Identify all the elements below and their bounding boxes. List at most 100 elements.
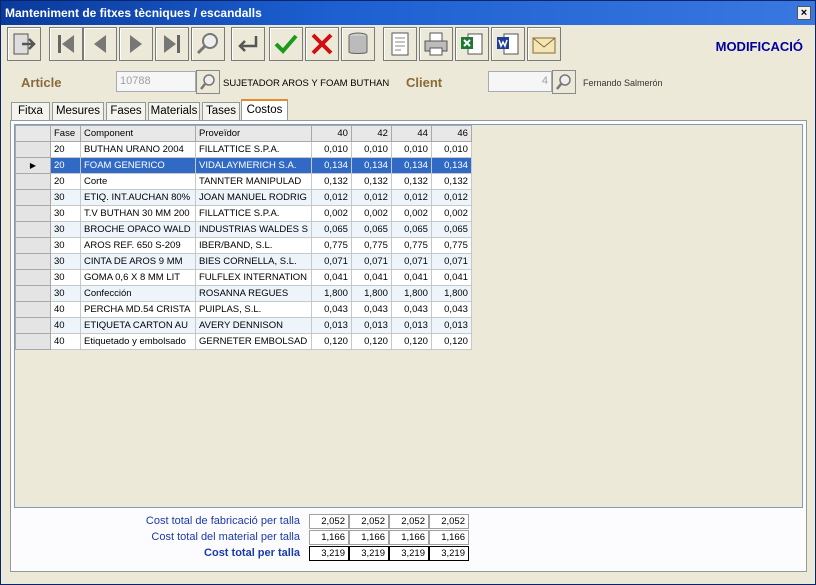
cell-size-44[interactable]: 0,043 (390, 301, 432, 318)
last-record-button[interactable] (155, 27, 189, 61)
cell-size-46[interactable]: 0,010 (430, 141, 472, 158)
tab-materials[interactable]: Materials (148, 102, 200, 120)
cell-size-44[interactable]: 0,132 (390, 173, 432, 190)
cell-size-44[interactable]: 0,775 (390, 237, 432, 254)
table-row[interactable]: 40 ETIQUETA CARTON AU AVERY DENNISON 0,013 0… (15, 317, 472, 334)
cell-component[interactable]: ETIQUETA CARTON AU (80, 317, 196, 334)
cell-component[interactable]: BUTHAN URANO 2004 (80, 141, 196, 158)
cell-size-44[interactable]: 0,013 (390, 317, 432, 334)
row-selector[interactable] (15, 317, 51, 334)
client-code-field[interactable]: 4 (488, 71, 552, 92)
cell-size-40[interactable]: 0,041 (310, 269, 352, 286)
cell-fase[interactable]: 30 (50, 269, 81, 286)
cell-size-42[interactable]: 0,012 (350, 189, 392, 206)
cell-size-44[interactable]: 0,134 (390, 157, 432, 174)
cell-size-46[interactable]: 0,132 (430, 173, 472, 190)
table-row[interactable]: 30 Confección ROSANNA REGUES 1,800 1,800 1,80… (15, 285, 472, 302)
cell-size-42[interactable]: 0,041 (350, 269, 392, 286)
cell-size-44[interactable]: 0,041 (390, 269, 432, 286)
row-selector[interactable] (15, 141, 51, 158)
row-selector[interactable] (15, 253, 51, 270)
cell-size-46[interactable]: 0,041 (430, 269, 472, 286)
cell-fase[interactable]: 30 (50, 221, 81, 238)
cell-size-44[interactable]: 0,071 (390, 253, 432, 270)
cell-fase[interactable]: 30 (50, 285, 81, 302)
cell-size-46[interactable]: 1,800 (430, 285, 472, 302)
column-header-size-40[interactable]: 40 (310, 125, 352, 142)
cell-proveidor[interactable]: INDUSTRIAS WALDES S (195, 221, 312, 238)
cell-component[interactable]: PERCHA MD.54 CRISTA (80, 301, 196, 318)
cell-fase[interactable]: 20 (50, 173, 81, 190)
row-selector[interactable] (15, 205, 51, 222)
table-row[interactable]: 30 CINTA DE AROS 9 MM BIES CORNELLA, S.L. 0… (15, 253, 472, 270)
current-row-indicator-icon[interactable]: ▶ (15, 157, 51, 174)
table-row[interactable]: 20 BUTHAN URANO 2004 FILLATTICE S.P.A. 0,01… (15, 141, 472, 158)
word-export-button[interactable] (491, 27, 525, 61)
cell-component[interactable]: Corte (80, 173, 196, 190)
cell-size-44[interactable]: 0,010 (390, 141, 432, 158)
row-selector[interactable] (15, 221, 51, 238)
cell-proveidor[interactable]: GERNETER EMBOLSAD (195, 333, 312, 350)
row-selector[interactable] (15, 173, 51, 190)
cell-fase[interactable]: 40 (50, 333, 81, 350)
cell-proveidor[interactable]: TANNTER MANIPULAD (195, 173, 312, 190)
cell-size-40[interactable]: 0,002 (310, 205, 352, 222)
document-button[interactable] (383, 27, 417, 61)
previous-record-button[interactable] (83, 27, 117, 61)
cell-proveidor[interactable]: AVERY DENNISON (195, 317, 312, 334)
cell-fase[interactable]: 20 (50, 141, 81, 158)
cell-size-42[interactable]: 1,800 (350, 285, 392, 302)
row-selector[interactable] (15, 333, 51, 350)
cell-proveidor[interactable]: FILLATTICE S.P.A. (195, 141, 312, 158)
cell-size-46[interactable]: 0,013 (430, 317, 472, 334)
cell-size-40[interactable]: 1,800 (310, 285, 352, 302)
cell-fase[interactable]: 40 (50, 317, 81, 334)
column-header-fase[interactable]: Fase (50, 125, 81, 142)
cell-size-40[interactable]: 0,012 (310, 189, 352, 206)
cell-size-42[interactable]: 0,010 (350, 141, 392, 158)
cell-size-42[interactable]: 0,120 (350, 333, 392, 350)
search-button[interactable] (191, 27, 225, 61)
cell-proveidor[interactable]: IBER/BAND, S.L. (195, 237, 312, 254)
cell-component[interactable]: BROCHE OPACO WALD (80, 221, 196, 238)
cell-fase[interactable]: 30 (50, 253, 81, 270)
table-row[interactable]: 30 GOMA 0,6 X 8 MM LIT FULFLEX INTERNATION… (15, 269, 472, 286)
table-row[interactable]: 30 T.V BUTHAN 30 MM 200 FILLATTICE S.P.A. 0… (15, 205, 472, 222)
cell-size-42[interactable]: 0,134 (350, 157, 392, 174)
cell-size-42[interactable]: 0,065 (350, 221, 392, 238)
cell-size-40[interactable]: 0,071 (310, 253, 352, 270)
cell-size-46[interactable]: 0,002 (430, 205, 472, 222)
cell-size-46[interactable]: 0,065 (430, 221, 472, 238)
accept-button[interactable] (269, 27, 303, 61)
cell-size-40[interactable]: 0,065 (310, 221, 352, 238)
cell-fase[interactable]: 40 (50, 301, 81, 318)
cell-size-40[interactable]: 0,775 (310, 237, 352, 254)
cell-fase[interactable]: 30 (50, 237, 81, 254)
return-button[interactable] (231, 27, 265, 61)
column-header-proveidor[interactable]: Proveïdor (195, 125, 312, 142)
table-row[interactable]: 30 ETIQ. INT.AUCHAN 80% JOAN MANUEL RODRIG… (15, 189, 472, 206)
cell-proveidor[interactable]: PUIPLAS, S.L. (195, 301, 312, 318)
tab-mesures[interactable]: Mesures (52, 102, 104, 120)
table-row[interactable]: 40 Etiquetado y embolsado GERNETER EMBOLSA… (15, 333, 472, 350)
exit-button[interactable] (7, 27, 41, 61)
print-button[interactable] (419, 27, 453, 61)
cell-size-40[interactable]: 0,013 (310, 317, 352, 334)
cell-size-40[interactable]: 0,043 (310, 301, 352, 318)
cell-component[interactable]: Confección (80, 285, 196, 302)
delete-button[interactable] (341, 27, 375, 61)
cell-size-40[interactable]: 0,134 (310, 157, 352, 174)
table-row[interactable]: 40 PERCHA MD.54 CRISTA PUIPLAS, S.L. 0,043 0… (15, 301, 472, 318)
cell-size-42[interactable]: 0,002 (350, 205, 392, 222)
cell-size-42[interactable]: 0,071 (350, 253, 392, 270)
cell-size-40[interactable]: 0,010 (310, 141, 352, 158)
next-record-button[interactable] (119, 27, 153, 61)
cell-size-42[interactable]: 0,043 (350, 301, 392, 318)
cell-proveidor[interactable]: FULFLEX INTERNATION (195, 269, 312, 286)
column-header-size-46[interactable]: 46 (430, 125, 472, 142)
cell-size-46[interactable]: 0,043 (430, 301, 472, 318)
article-search-button[interactable] (196, 70, 220, 94)
cell-size-44[interactable]: 0,002 (390, 205, 432, 222)
close-button[interactable]: × (797, 6, 811, 20)
table-row[interactable]: ▶ 20 FOAM GENERICO VIDALAYMERICH S.A. 0,134 0… (15, 157, 472, 174)
